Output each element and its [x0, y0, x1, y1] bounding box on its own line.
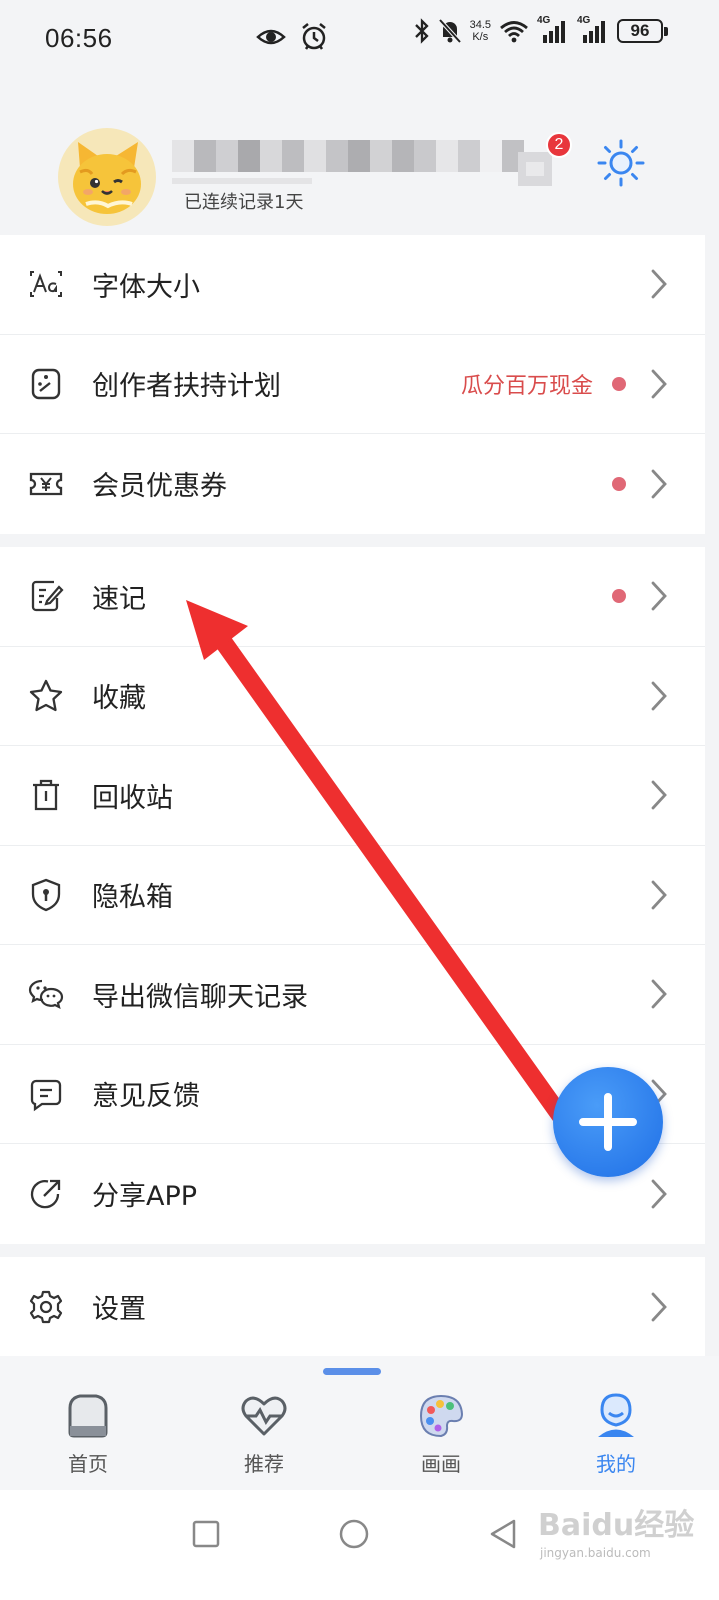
- plus-icon: [579, 1093, 637, 1151]
- tab-draw[interactable]: 画画: [391, 1392, 491, 1476]
- tab-recommend[interactable]: 推荐: [214, 1392, 314, 1476]
- palette-icon: [419, 1394, 464, 1438]
- sun-icon[interactable]: [596, 138, 646, 188]
- trash-icon: [33, 780, 59, 811]
- signal-2: 4G: [577, 15, 609, 43]
- font-size-icon: [30, 271, 62, 298]
- red-dot-badge: [612, 589, 626, 604]
- promo-text: 瓜分百万现金: [460, 373, 593, 399]
- creator-icon: [31, 368, 61, 399]
- quick-note-icon: [31, 581, 64, 612]
- home-circle-icon[interactable]: [334, 1514, 374, 1554]
- menu-item-label: 分享APP: [92, 1181, 198, 1213]
- mute-bell-icon: [438, 18, 462, 44]
- net-speed: 34.5 K/s: [469, 19, 491, 43]
- red-dot-badge: [612, 376, 626, 391]
- menu-item-recycle-bin[interactable]: 回收站: [0, 746, 705, 846]
- menu-item-label: 会员优惠券: [92, 471, 227, 503]
- back-triangle-icon[interactable]: [484, 1514, 524, 1554]
- coupon-icon: [29, 472, 63, 495]
- chevron-right-icon: [651, 780, 667, 810]
- chevron-right-icon: [651, 681, 667, 711]
- menu-item-label: 速记: [92, 583, 146, 615]
- chevron-right-icon: [651, 1179, 667, 1209]
- menu-item-export-wechat[interactable]: 导出微信聊天记录: [0, 945, 705, 1045]
- star-icon: [29, 679, 63, 711]
- menu-item-label: 导出微信聊天记录: [92, 981, 308, 1013]
- recent-apps-icon[interactable]: [186, 1514, 226, 1554]
- chevron-right-icon: [651, 369, 667, 399]
- eye-icon: [256, 29, 286, 45]
- avatar[interactable]: [58, 128, 156, 226]
- home-icon: [68, 1394, 108, 1438]
- menu-item-creator-program[interactable]: 创作者扶持计划 瓜分百万现金: [0, 335, 705, 434]
- gear-icon: [29, 1290, 63, 1323]
- chevron-right-icon: [651, 1292, 667, 1322]
- baidu-watermark: Baidu经验 jingyan.baidu.com: [538, 1508, 695, 1560]
- bottom-tab-bar: 首页 推荐 画画 我的: [0, 1356, 719, 1490]
- menu-group-3: 设置: [0, 1257, 705, 1357]
- menu-item-label: 设置: [92, 1294, 146, 1326]
- wechat-icon: [28, 980, 64, 1010]
- menu-item-label: 字体大小: [92, 271, 200, 303]
- menu-item-settings[interactable]: 设置: [0, 1257, 705, 1357]
- alarm-icon: [302, 23, 326, 50]
- tab-home[interactable]: 首页: [38, 1392, 138, 1476]
- menu-item-label: 创作者扶持计划: [92, 371, 281, 403]
- chevron-right-icon: [651, 880, 667, 910]
- username-underline-blur: [172, 178, 312, 184]
- chevron-right-icon: [651, 581, 667, 611]
- drag-handle[interactable]: [323, 1368, 381, 1375]
- tab-mine[interactable]: 我的: [566, 1392, 666, 1476]
- menu-item-privacy-box[interactable]: 隐私箱: [0, 846, 705, 945]
- share-icon: [30, 1179, 61, 1209]
- chevron-right-icon: [651, 979, 667, 1009]
- menu-item-font-size[interactable]: 字体大小: [0, 235, 705, 335]
- red-dot-badge: [612, 476, 626, 491]
- menu-item-label: 收藏: [92, 683, 146, 715]
- username-blurred: [172, 140, 524, 172]
- profile-icon: [598, 1393, 634, 1437]
- signal-1: 4G: [537, 15, 569, 43]
- status-bar: 06:56 34.5 K/s 4G 4G 96: [0, 0, 719, 76]
- battery-indicator: 96: [617, 19, 668, 43]
- heart-pulse-icon: [241, 1396, 287, 1436]
- bluetooth-icon: [414, 18, 429, 44]
- profile-header: 已连续记录1天 2: [0, 110, 719, 240]
- tab-label: 画画: [421, 1452, 461, 1476]
- chevron-right-icon: [651, 469, 667, 499]
- menu-group-1: 字体大小 创作者扶持计划 瓜分百万现金 会员优惠券: [0, 235, 705, 534]
- chevron-right-icon: [651, 269, 667, 299]
- menu-item-label: 意见反馈: [92, 1081, 200, 1113]
- notification-badge: 2: [546, 132, 572, 158]
- tab-label: 首页: [68, 1452, 108, 1476]
- streak-text: 已连续记录1天: [184, 192, 304, 213]
- menu-item-label: 隐私箱: [92, 882, 173, 914]
- shield-lock-icon: [31, 878, 61, 911]
- add-note-fab[interactable]: [553, 1067, 663, 1177]
- feedback-icon: [30, 1079, 62, 1111]
- menu-item-member-coupons[interactable]: 会员优惠券: [0, 434, 705, 534]
- menu-item-favorites[interactable]: 收藏: [0, 647, 705, 746]
- menu-item-label: 回收站: [92, 782, 173, 814]
- notification-button[interactable]: 2: [516, 128, 572, 188]
- tab-label: 推荐: [244, 1452, 284, 1476]
- wifi-icon: [500, 21, 528, 43]
- menu-item-quick-note[interactable]: 速记: [0, 547, 705, 647]
- status-time: 06:56: [45, 22, 113, 53]
- tab-label: 我的: [596, 1452, 636, 1476]
- cat-avatar-icon: [73, 142, 141, 214]
